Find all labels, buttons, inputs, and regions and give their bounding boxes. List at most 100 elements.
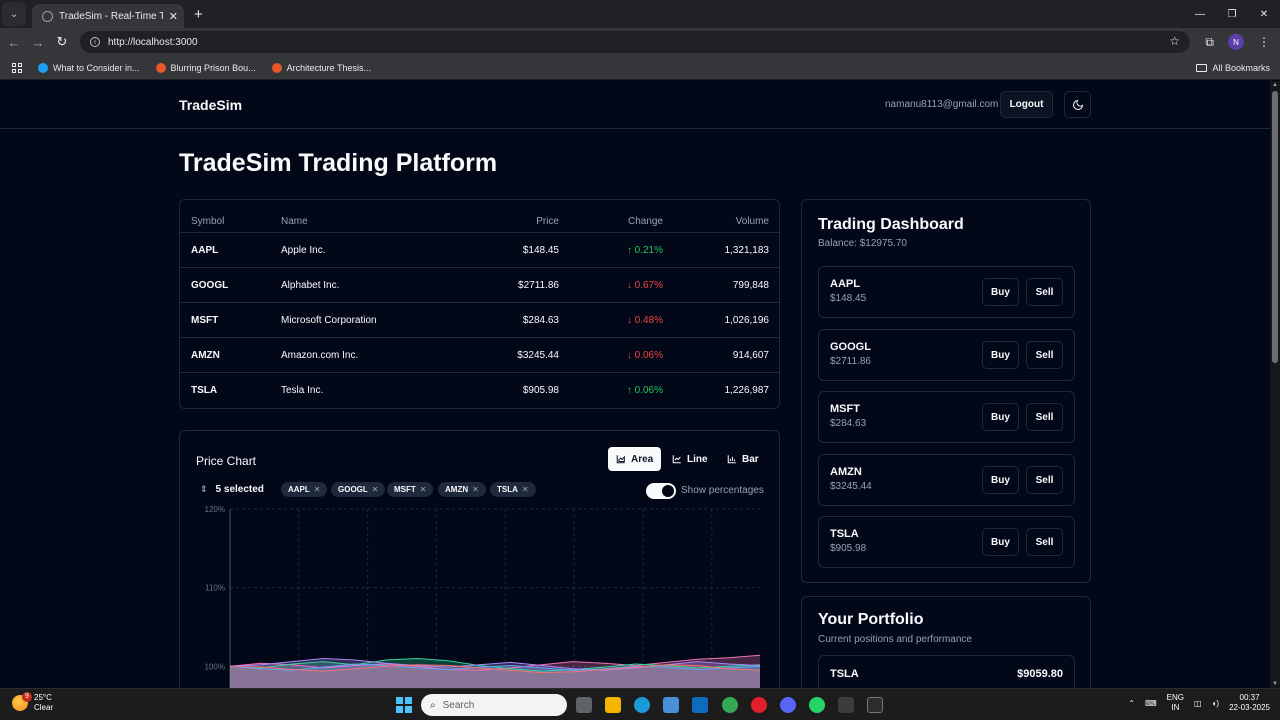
tab-search-icon[interactable]: ⌄ xyxy=(2,2,26,26)
chrome-icon[interactable] xyxy=(722,697,738,713)
position-symbol: TSLA xyxy=(830,668,859,680)
reload-icon[interactable]: ↻ xyxy=(50,34,74,50)
portfolio-card: Your Portfolio Current positions and per… xyxy=(801,596,1091,688)
apps-grid-icon[interactable] xyxy=(12,62,22,73)
sell-button[interactable]: Sell xyxy=(1026,278,1063,306)
symbol-chip[interactable]: AAPL ✕ xyxy=(281,482,328,497)
chip-remove-icon[interactable]: ✕ xyxy=(522,485,529,494)
show-percentages-toggle[interactable] xyxy=(646,483,676,499)
volume-icon[interactable]: ◖) xyxy=(1212,699,1220,708)
chip-remove-icon[interactable]: ✕ xyxy=(372,485,379,494)
show-percentages-label: Show percentages xyxy=(681,485,764,496)
outlook-icon[interactable] xyxy=(692,697,708,713)
profile-avatar[interactable]: N xyxy=(1228,34,1244,50)
buy-button[interactable]: Buy xyxy=(982,528,1019,556)
windows-start-icon[interactable] xyxy=(396,697,412,713)
chart-type-bar-button[interactable]: Bar xyxy=(719,447,767,471)
sell-button[interactable]: Sell xyxy=(1026,528,1063,556)
buy-button[interactable]: Buy xyxy=(982,278,1019,306)
keyboard-icon[interactable]: ⌨ xyxy=(1145,699,1157,708)
brand-logo[interactable]: TradeSim xyxy=(179,97,242,113)
chip-label: AMZN xyxy=(445,485,469,494)
site-info-icon[interactable]: i xyxy=(90,37,100,47)
address-bar[interactable]: i http://localhost:3000 ☆ xyxy=(80,31,1190,53)
sell-button[interactable]: Sell xyxy=(1026,403,1063,431)
search-icon: ⌕ xyxy=(430,699,436,711)
scrollbar-thumb[interactable] xyxy=(1272,91,1278,363)
chart-type-area-button[interactable]: Area xyxy=(608,447,662,471)
terminal-icon[interactable] xyxy=(867,697,883,713)
language-indicator[interactable]: ENG IN xyxy=(1167,693,1184,713)
weather-widget[interactable]: 25°C Clear xyxy=(12,693,53,713)
column-header-name[interactable]: Name xyxy=(281,216,308,227)
symbol-chip[interactable]: GOOGL ✕ xyxy=(331,482,386,497)
table-row[interactable]: AMZN Amazon.com Inc. $3245.44 ↓ 0.06% 91… xyxy=(180,337,779,372)
back-icon[interactable]: ← xyxy=(2,35,26,50)
column-header-volume[interactable]: Volume xyxy=(736,216,769,227)
sell-button[interactable]: Sell xyxy=(1026,466,1063,494)
browser-tab[interactable]: TradeSim - Real-Time Trading S ✕ xyxy=(32,4,184,28)
bookmark-item[interactable]: Blurring Prison Bou... xyxy=(155,62,256,73)
bookmark-item[interactable]: What to Consider in... xyxy=(38,62,140,73)
symbol-multiselect[interactable]: ⇕ 5 selected xyxy=(200,484,264,495)
edge-icon[interactable] xyxy=(634,697,650,713)
table-row[interactable]: AAPL Apple Inc. $148.45 ↑ 0.21% 1,321,18… xyxy=(180,232,779,267)
clock[interactable]: 00:37 22-03-2025 xyxy=(1229,693,1270,713)
store-icon[interactable] xyxy=(663,697,679,713)
price-chart-plot[interactable]: 120%110%100%90% xyxy=(180,505,779,688)
column-header-price[interactable]: Price xyxy=(536,216,559,227)
new-tab-icon[interactable]: + xyxy=(194,6,203,23)
page-scrollbar[interactable]: ▲ ▼ xyxy=(1270,81,1280,688)
discord-icon[interactable] xyxy=(780,697,796,713)
forward-icon[interactable]: → xyxy=(26,35,50,50)
all-bookmarks-button[interactable]: All Bookmarks xyxy=(1196,63,1270,73)
table-row[interactable]: GOOGL Alphabet Inc. $2711.86 ↓ 0.67% 799… xyxy=(180,267,779,302)
tab-close-icon[interactable]: ✕ xyxy=(169,10,178,23)
network-icon[interactable]: ◫ xyxy=(1194,699,1202,708)
buy-button[interactable]: Buy xyxy=(982,466,1019,494)
ticket-price: $284.63 xyxy=(830,418,867,429)
column-header-symbol[interactable]: Symbol xyxy=(191,216,224,227)
scroll-down-icon[interactable]: ▼ xyxy=(1272,681,1278,687)
symbol-chip[interactable]: AMZN ✕ xyxy=(438,482,486,497)
buy-button[interactable]: Buy xyxy=(982,403,1019,431)
chip-label: TSLA xyxy=(497,485,518,494)
close-window-icon[interactable]: ✕ xyxy=(1248,0,1280,28)
bookmark-star-icon[interactable]: ☆ xyxy=(1169,34,1180,48)
address-url[interactable]: http://localhost:3000 xyxy=(108,37,198,48)
tray-chevron-icon[interactable]: ⌃ xyxy=(1128,699,1135,708)
app-icon[interactable] xyxy=(838,697,854,713)
row-symbol: AAPL xyxy=(191,245,219,256)
balance-text: Balance: $12975.70 xyxy=(818,238,907,249)
task-view-icon[interactable] xyxy=(576,697,592,713)
symbol-chip[interactable]: TSLA ✕ xyxy=(490,482,536,497)
row-symbol: MSFT xyxy=(191,315,219,326)
portfolio-position[interactable]: TSLA $9059.80 xyxy=(818,655,1075,688)
theme-toggle-button[interactable] xyxy=(1064,91,1091,118)
whatsapp-icon[interactable] xyxy=(809,697,825,713)
ticket-symbol: TSLA xyxy=(830,528,859,540)
browser-menu-icon[interactable]: ⋮ xyxy=(1258,35,1270,49)
bookmark-item[interactable]: Architecture Thesis... xyxy=(271,62,371,73)
table-row[interactable]: TSLA Tesla Inc. $905.98 ↑ 0.06% 1,226,98… xyxy=(180,372,779,407)
app-viewport: TradeSim namanu8113@gmail.com Logout Tra… xyxy=(0,81,1270,688)
table-row[interactable]: MSFT Microsoft Corporation $284.63 ↓ 0.4… xyxy=(180,302,779,337)
column-header-change[interactable]: Change xyxy=(628,216,663,227)
scroll-up-icon[interactable]: ▲ xyxy=(1272,82,1278,88)
extensions-icon[interactable]: ⧉ xyxy=(1205,35,1214,50)
chart-type-line-button[interactable]: Line xyxy=(664,447,716,471)
row-name: Microsoft Corporation xyxy=(281,315,377,326)
chip-remove-icon[interactable]: ✕ xyxy=(472,485,479,494)
buy-button[interactable]: Buy xyxy=(982,341,1019,369)
sell-button[interactable]: Sell xyxy=(1026,341,1063,369)
chip-remove-icon[interactable]: ✕ xyxy=(420,485,427,494)
opera-icon[interactable] xyxy=(751,697,767,713)
taskbar-search[interactable]: ⌕ Search xyxy=(421,694,567,716)
file-explorer-icon[interactable] xyxy=(605,697,621,713)
restore-icon[interactable]: ❐ xyxy=(1216,0,1248,28)
row-change: ↓ 0.06% xyxy=(626,350,663,361)
minimize-icon[interactable]: — xyxy=(1184,0,1216,28)
chip-remove-icon[interactable]: ✕ xyxy=(314,485,321,494)
symbol-chip[interactable]: MSFT ✕ xyxy=(387,482,434,497)
logout-button[interactable]: Logout xyxy=(1000,91,1053,118)
